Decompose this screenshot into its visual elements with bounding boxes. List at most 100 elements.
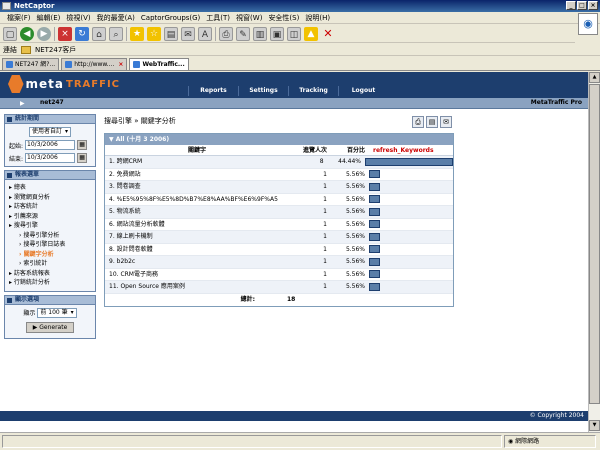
lock-icon[interactable]: ▲ [304,26,318,41]
back-button-icon[interactable]: ◀ [20,26,34,41]
close-tab-icon[interactable]: × [118,59,123,70]
scroll-up-icon[interactable]: ▲ [589,72,600,83]
report-menu-item[interactable]: › 搜尋引擎分析 [9,231,91,241]
close-button[interactable]: × [588,1,598,10]
links-folder[interactable]: NET247客戶 [35,45,76,55]
display-row: 顯示 前 100 筆 [9,307,91,318]
total-value: 18 [287,295,296,303]
col-keyword[interactable]: 關鍵字 [105,145,285,155]
menu-item[interactable]: 編輯(E) [34,12,64,23]
col-visits[interactable]: 進覽人次 [285,145,329,155]
start-date-input[interactable]: 10/3/2006 [25,140,76,150]
refresh-keywords-link[interactable]: refresh_Keywords [373,145,434,156]
email-report-icon[interactable]: ✉ [440,116,452,128]
report-menu-item[interactable]: ▸ 行銷統計分析 [9,278,91,288]
home-icon[interactable]: ⌂ [92,26,106,41]
favorites-star-icon[interactable]: ★ [130,26,144,41]
nav-logout[interactable]: Logout [338,86,388,96]
browser-tab[interactable]: http://www.... × [61,58,128,70]
nav-tracking[interactable]: Tracking [288,86,338,96]
bar-cell [369,269,453,281]
report-menu-item[interactable]: › 搜尋引擎日誌表 [9,240,91,250]
calendar-icon[interactable]: ▦ [77,153,88,163]
app-icon [2,2,11,10]
table-row: 8. 設計問卷軟體 1 5.56% [105,244,453,256]
keyword-cell[interactable]: 3. 問卷調查 [105,181,285,193]
page-bottom [0,421,588,432]
search-icon[interactable]: ⌕ [109,26,123,41]
stop-icon[interactable]: × [58,26,72,41]
keyword-cell[interactable]: 2. 免費網站 [105,169,285,181]
nav-settings[interactable]: Settings [238,86,288,96]
bar-cell [369,244,453,256]
window-icon[interactable]: ▣ [270,26,284,41]
date-range-select[interactable]: 使用者自訂 [28,127,72,137]
report-menu-item[interactable]: ▸ 瀏覽網頁分析 [9,193,91,203]
tile-window-icon[interactable]: ◫ [287,26,301,41]
vertical-scrollbar[interactable]: ▲ ▼ [588,72,600,432]
browser-toolbar: ▢ ◀ ▶ × ↻ ⌂ ⌕ ★ ☆ ▤ ✉ A ⎙ ✎ ▥ ▣ ◫ ▲ ✕ [0,25,575,43]
export-report-icon[interactable]: ▤ [426,116,438,128]
report-menu-item[interactable]: ▸ 總表 [9,183,91,193]
copyright-text: © Copyright 2004 [529,412,584,419]
minimize-button[interactable]: _ [566,1,576,10]
user-bar: ▶ net247 MetaTraffic Pro [0,98,588,109]
keyword-cell[interactable]: 1. 跨網CRM [105,156,282,168]
display-count-select[interactable]: 前 100 筆 [37,307,77,318]
tab-label: http://www.... [74,61,115,68]
print-icon[interactable]: ⎙ [219,26,233,41]
keyword-cell[interactable]: 11. Open Source 應用案例 [105,281,285,293]
browser-tab[interactable]: WebTraffic... [129,58,189,70]
date-range-header[interactable]: 統計期間 [4,114,96,124]
bar-cell [369,181,453,193]
new-page-icon[interactable]: ▢ [3,26,17,41]
scroll-down-icon[interactable]: ▼ [589,420,600,431]
calendar-icon[interactable]: ▦ [77,140,88,150]
keyword-cell[interactable]: 6. 網站流量分析軟體 [105,219,285,231]
edit-icon[interactable]: ✎ [236,26,250,41]
keyword-cell[interactable]: 10. CRM電子商務 [105,269,285,281]
keyword-cell[interactable]: 9. b2b2c [105,256,285,268]
report-menu-label: 搜尋引擎日誌表 [23,241,66,248]
mail-icon[interactable]: ✉ [181,26,195,41]
keyword-cell[interactable]: 5. 物流系統 [105,206,285,218]
browser-tab[interactable]: NET247 網?... [2,58,60,70]
percent-bar [369,220,380,229]
report-menu-item[interactable]: › 索引統計 [9,259,91,269]
menu-item[interactable]: 安全性(S) [265,12,302,23]
menu-item[interactable]: 檔案(F) [4,12,34,23]
groups-icon[interactable]: ▤ [164,26,178,41]
menu-item[interactable]: 我的最愛(A) [94,12,138,23]
display-options-header[interactable]: 顯示選項 [4,294,96,305]
end-date-input[interactable]: 10/3/2006 [25,153,76,163]
menu-item[interactable]: 檢視(V) [63,12,93,23]
menu-item[interactable]: 說明(H) [302,12,333,23]
toolbar-separator [215,26,216,41]
report-menu-item[interactable]: ▸ 訪客統計 [9,202,91,212]
generate-button[interactable]: ▶ Generate [26,321,74,333]
add-favorite-icon[interactable]: ☆ [147,26,161,41]
report-menu-item[interactable]: ▸ 訪客系統報表 [9,269,91,279]
report-menu-item[interactable]: ▸ 搜尋引擎 [9,221,91,231]
keyword-cell[interactable]: 7. 線上刷卡機制 [105,231,285,243]
menu-item[interactable]: CaptorGroups(G) [138,12,203,23]
report-menu: ▸ 總表 ▸ 瀏覽網頁分析 ▸ 訪客統計 ▸ 引薦來源 ▸ 搜尋引擎 › 搜尋引擎分析 › … [9,183,91,288]
refresh-icon[interactable]: ↻ [75,26,89,41]
history-icon[interactable]: ▥ [253,26,267,41]
forward-button-icon[interactable]: ▶ [37,26,51,41]
report-menu-header[interactable]: 報表選單 [4,170,96,180]
keyword-cell[interactable]: 4. %E5%95%8F%E5%8D%B7%E8%AA%BF%E6%9F%A5 [105,194,285,206]
scroll-thumb[interactable] [589,84,600,404]
font-size-icon[interactable]: A [198,26,212,41]
maximize-button[interactable]: □ [577,1,587,10]
report-menu-item[interactable]: › 關鍵字分析 [9,250,91,260]
menu-item[interactable]: 工具(T) [203,12,233,23]
print-report-icon[interactable]: ⎙ [412,116,424,128]
window-titlebar: NetCaptor _ □ × [0,0,600,12]
nav-reports[interactable]: Reports [188,86,238,96]
col-percent[interactable]: 百分比 [329,145,369,155]
report-menu-item[interactable]: ▸ 引薦來源 [9,212,91,222]
menu-item[interactable]: 視窗(W) [233,12,265,23]
close-tab-icon[interactable]: ✕ [321,27,335,41]
keyword-cell[interactable]: 8. 設計問卷軟體 [105,244,285,256]
